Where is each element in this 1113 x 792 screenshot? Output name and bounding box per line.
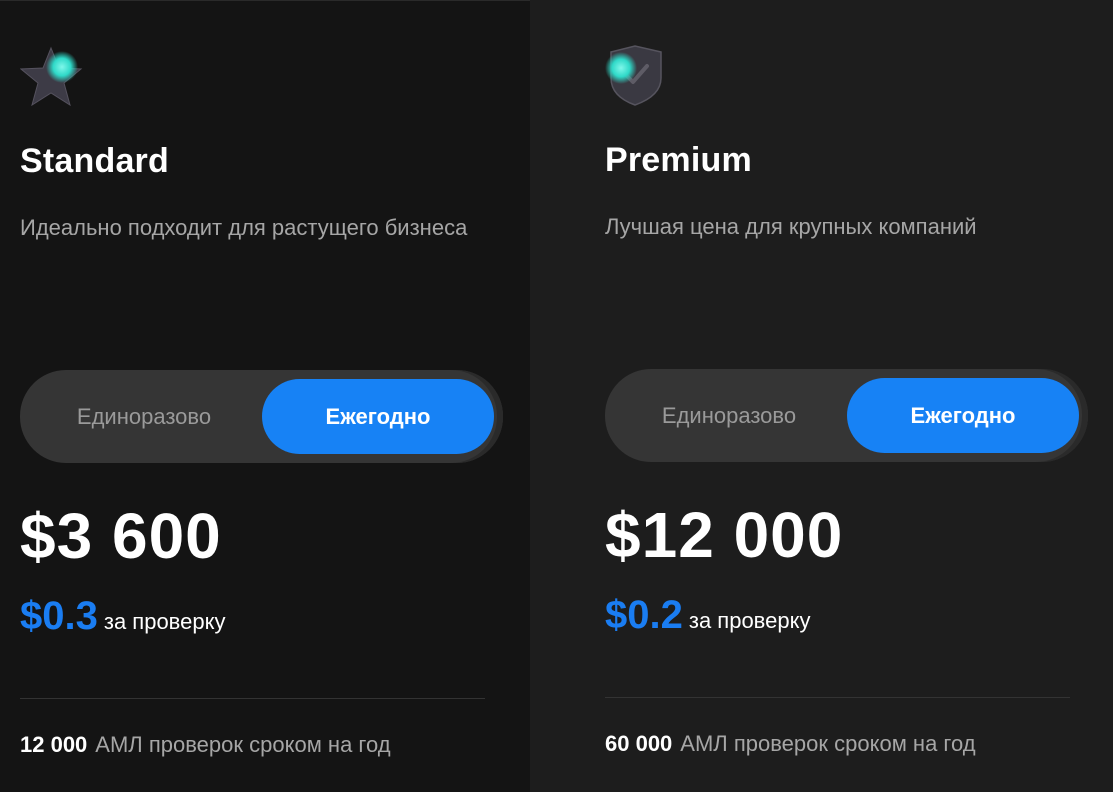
plan-price: $3 600 <box>20 500 222 572</box>
feature-item: 12 000 АМЛ проверок сроком на год <box>20 732 391 758</box>
feature-count: 12 000 <box>20 732 88 757</box>
toggle-one-time-option[interactable]: Единоразово <box>28 379 260 454</box>
per-check-label: за проверку <box>103 609 226 634</box>
feature-text: АМЛ проверок сроком на год <box>680 731 976 756</box>
price-per-check: $0.2 за проверку <box>605 593 810 638</box>
divider <box>605 697 1070 698</box>
toggle-one-time-option[interactable]: Единоразово <box>613 378 845 453</box>
feature-item: 60 000 АМЛ проверок сроком на год <box>605 731 976 757</box>
toggle-yearly-option[interactable]: Ежегодно <box>262 379 494 454</box>
star-icon <box>19 45 86 111</box>
feature-count: 60 000 <box>605 731 673 756</box>
plan-card-standard: Standard Идеально подходит для растущего… <box>0 0 530 792</box>
plan-title: Standard <box>20 142 169 180</box>
per-check-value: $0.3 <box>20 594 98 638</box>
plan-title: Premium <box>605 141 752 179</box>
pricing-section: Standard Идеально подходит для растущего… <box>0 0 1113 792</box>
plan-description: Лучшая цена для крупных компаний <box>605 214 977 239</box>
per-check-value: $0.2 <box>605 593 683 637</box>
divider <box>20 698 485 699</box>
plan-price: $12 000 <box>605 499 844 571</box>
shield-check-icon <box>605 44 671 110</box>
billing-toggle: Единоразово Ежегодно <box>605 369 1088 462</box>
feature-text: АМЛ проверок сроком на год <box>95 732 391 757</box>
toggle-yearly-option[interactable]: Ежегодно <box>847 378 1079 453</box>
plan-card-premium: Premium Лучшая цена для крупных компаний… <box>530 0 1113 792</box>
price-per-check: $0.3 за проверку <box>20 594 225 639</box>
billing-toggle: Единоразово Ежегодно <box>20 370 503 463</box>
plan-description: Идеально подходит для растущего бизнеса <box>20 215 468 240</box>
per-check-label: за проверку <box>688 608 811 633</box>
